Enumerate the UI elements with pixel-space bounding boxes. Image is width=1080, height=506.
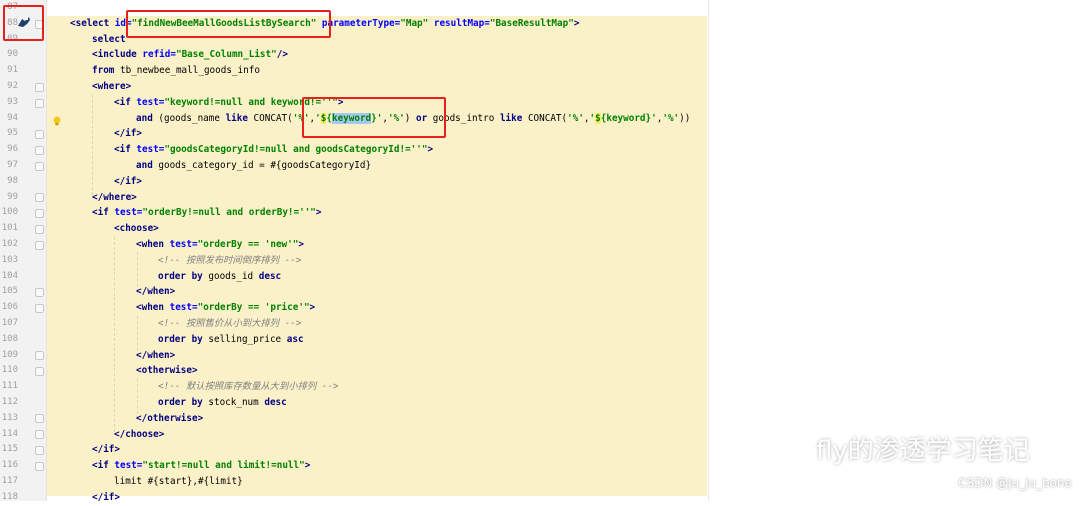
fold-marker[interactable] — [35, 430, 44, 439]
code-line-95[interactable]: </if> — [114, 126, 142, 142]
line-number: 100 — [1, 207, 18, 218]
fold-marker[interactable] — [35, 414, 44, 423]
line-number: 92 — [7, 81, 18, 91]
annotation-box-keyword — [302, 97, 446, 138]
line-number: 91 — [7, 65, 18, 76]
watermark-label: fly的渗透学习笔记 — [816, 436, 1030, 466]
line-number-gutter: 87 88 89 90 91 92 93 94 95 96 97 98 99 1… — [0, 0, 47, 502]
code-line-90[interactable]: <include refid="Base_Column_List"/> — [92, 47, 288, 63]
fold-marker[interactable] — [35, 241, 44, 250]
code-line-99[interactable]: </where> — [92, 190, 137, 206]
watermark: fly的渗透学习笔记 — [770, 430, 1030, 467]
code-line-106[interactable]: <when test="orderBy == 'price'"> — [136, 300, 315, 316]
right-margin-guide — [708, 0, 709, 501]
code-line-117[interactable]: limit #{start},#{limit} — [114, 474, 243, 490]
code-line-107[interactable]: <!-- 按照售价从小到大排列 --> — [158, 316, 301, 332]
line-number: 105 — [1, 286, 18, 297]
line-number: 110 — [1, 365, 18, 376]
line-number: 103 — [1, 254, 18, 265]
indent-guide — [92, 95, 93, 195]
code-line-92[interactable]: <where> — [92, 79, 131, 95]
code-line-96[interactable]: <if test="goodsCategoryId!=null and good… — [114, 142, 433, 158]
fold-marker[interactable] — [35, 462, 44, 471]
code-line-113[interactable]: </otherwise> — [136, 411, 203, 427]
line-number: 106 — [1, 302, 18, 313]
fold-marker[interactable] — [35, 304, 44, 313]
line-number: 117 — [1, 476, 18, 486]
line-number: 93 — [7, 96, 18, 107]
fold-marker[interactable] — [35, 83, 44, 92]
line-number: 112 — [1, 397, 18, 407]
code-line-100[interactable]: <if test="orderBy!=null and orderBy!=''"… — [92, 205, 322, 221]
csdn-credit: CSDN @ju_ju_bone — [958, 476, 1072, 490]
code-editor[interactable]: 87 88 89 90 91 92 93 94 95 96 97 98 99 1… — [0, 0, 1080, 503]
code-line-98[interactable]: </if> — [114, 174, 142, 190]
code-line-118[interactable]: </if> — [92, 490, 120, 506]
line-number: 99 — [7, 191, 18, 202]
code-line-104[interactable]: order by goods_id desc — [158, 269, 281, 285]
line-number: 111 — [1, 381, 18, 392]
line-number: 114 — [1, 428, 18, 439]
code-line-112[interactable]: order by stock_num desc — [158, 395, 287, 411]
line-number: 97 — [7, 160, 18, 170]
code-line-102[interactable]: <when test="orderBy == 'new'"> — [136, 237, 304, 253]
line-number: 115 — [1, 444, 18, 455]
fold-marker[interactable] — [35, 446, 44, 455]
fold-marker[interactable] — [35, 225, 44, 234]
code-line-108[interactable]: order by selling_price asc — [158, 332, 304, 348]
line-number: 102 — [1, 239, 18, 249]
fold-marker[interactable] — [35, 146, 44, 155]
code-line-110[interactable]: <otherwise> — [136, 363, 198, 379]
annotation-box-gutter-icon — [3, 5, 44, 41]
fold-marker[interactable] — [35, 193, 44, 202]
code-line-115[interactable]: </if> — [92, 442, 120, 458]
fold-marker[interactable] — [35, 162, 44, 171]
line-number: 107 — [1, 318, 18, 328]
line-number: 95 — [7, 128, 18, 139]
lightbulb-icon[interactable] — [52, 111, 62, 126]
indent-guide — [114, 237, 115, 432]
line-number: 113 — [1, 412, 18, 423]
line-number: 116 — [1, 460, 18, 471]
code-line-101[interactable]: <choose> — [114, 221, 159, 237]
line-number: 118 — [1, 491, 18, 502]
line-number: 94 — [7, 112, 18, 123]
fold-marker[interactable] — [35, 367, 44, 376]
code-line-91[interactable]: from tb_newbee_mall_goods_info — [92, 63, 260, 79]
code-line-116[interactable]: <if test="start!=null and limit!=null"> — [92, 458, 310, 474]
annotation-box-select-id — [126, 10, 331, 38]
line-number: 96 — [7, 144, 18, 155]
fold-marker[interactable] — [35, 288, 44, 297]
line-number: 109 — [1, 349, 18, 360]
wechat-icon — [770, 433, 807, 463]
line-number: 90 — [7, 49, 18, 60]
fold-marker[interactable] — [35, 209, 44, 218]
line-number: 101 — [1, 223, 18, 234]
code-line-97[interactable]: and goods_category_id = #{goodsCategoryI… — [136, 158, 371, 174]
code-line-114[interactable]: </choose> — [114, 427, 164, 443]
fold-marker[interactable] — [35, 351, 44, 360]
fold-marker[interactable] — [35, 99, 44, 108]
line-number: 104 — [1, 270, 18, 281]
code-line-105[interactable]: </when> — [136, 284, 175, 300]
fold-marker[interactable] — [35, 130, 44, 139]
line-number: 108 — [1, 333, 18, 344]
line-number: 98 — [7, 175, 18, 186]
code-line-103[interactable]: <!-- 按照发布时间倒序排列 --> — [158, 253, 301, 269]
code-line-111[interactable]: <!-- 默认按照库存数量从大到小排列 --> — [158, 379, 339, 395]
code-line-109[interactable]: </when> — [136, 348, 175, 364]
code-line-89[interactable]: select — [92, 32, 126, 48]
